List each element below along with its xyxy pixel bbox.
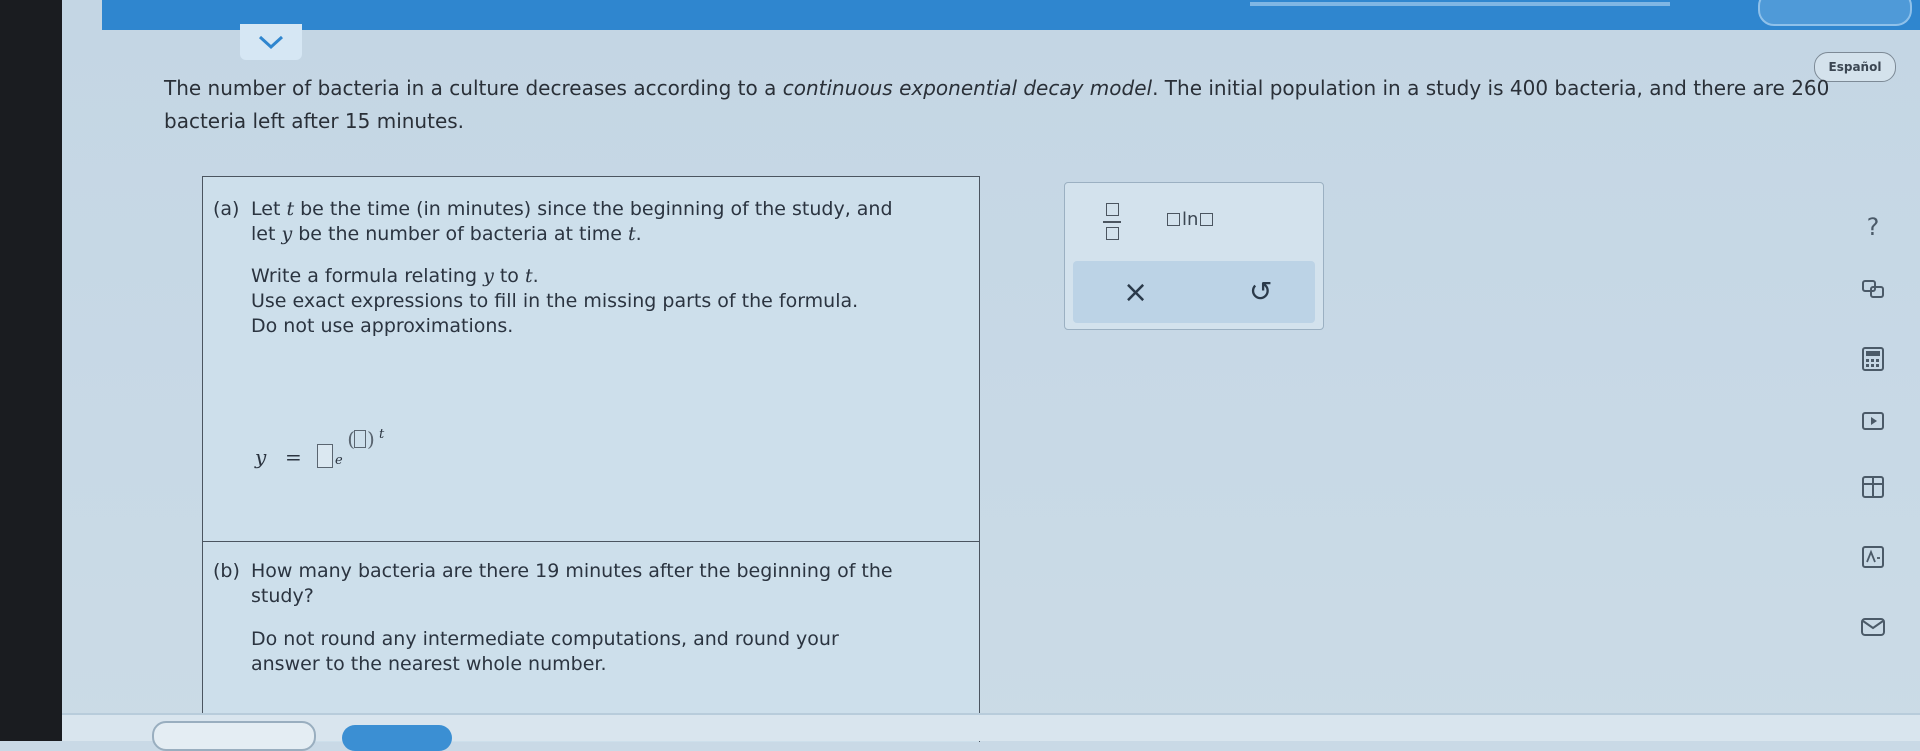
formula-input: y = e () t bbox=[255, 417, 555, 477]
fraction-numerator-icon bbox=[1106, 203, 1119, 216]
part-b-label: (b) bbox=[213, 560, 240, 582]
collapse-toggle[interactable] bbox=[240, 24, 302, 60]
help-icon[interactable]: ? bbox=[1856, 210, 1890, 244]
log-arg-box-icon bbox=[1200, 213, 1214, 226]
chevron-down-icon bbox=[258, 35, 284, 50]
part-b-line3: Do not round any intermediate computatio… bbox=[251, 628, 839, 650]
clear-button[interactable]: × bbox=[1123, 275, 1148, 310]
progress-track bbox=[1250, 2, 1670, 6]
table-glyph-icon bbox=[1862, 476, 1884, 498]
fraction-button[interactable] bbox=[1103, 203, 1121, 241]
log-label: ln bbox=[1182, 209, 1199, 230]
part-a-instruction-no-approx: Do not use approximations. bbox=[251, 315, 514, 337]
question-panel: (a) Let t be the time (in minutes) since… bbox=[202, 176, 980, 742]
mail-icon[interactable] bbox=[1856, 610, 1890, 644]
formula-equals: = bbox=[285, 445, 302, 469]
math-toolbox: ln × ↺ bbox=[1064, 182, 1324, 330]
video-icon[interactable] bbox=[1856, 404, 1890, 438]
log-arg-box-icon bbox=[1167, 213, 1180, 226]
play-icon bbox=[1862, 412, 1884, 430]
fraction-denominator-icon bbox=[1106, 227, 1119, 240]
text-size-icon[interactable] bbox=[1856, 540, 1890, 574]
coefficient-input[interactable] bbox=[317, 444, 333, 468]
primary-footer-button[interactable] bbox=[342, 725, 452, 751]
exponent-input-box[interactable] bbox=[354, 430, 366, 448]
formula-base: e bbox=[335, 453, 343, 468]
envelope-icon bbox=[1861, 618, 1885, 636]
log-base-button[interactable]: ln bbox=[1167, 209, 1214, 230]
table-icon[interactable] bbox=[1856, 470, 1890, 504]
calculator-icon[interactable] bbox=[1856, 342, 1890, 376]
part-a-line1: Let t be the time (in minutes) since the… bbox=[251, 198, 893, 220]
calculator-glyph-icon bbox=[1862, 347, 1884, 371]
part-a-label: (a) bbox=[213, 198, 240, 220]
formula-lhs: y bbox=[255, 445, 267, 469]
exponent-input[interactable]: () bbox=[343, 427, 377, 451]
glossary-icon[interactable] bbox=[1856, 272, 1890, 306]
secondary-footer-button[interactable] bbox=[152, 721, 316, 751]
top-right-button[interactable] bbox=[1758, 0, 1912, 26]
part-b-line4: answer to the nearest whole number. bbox=[251, 653, 607, 675]
text-size-glyph-icon bbox=[1862, 546, 1884, 568]
fraction-bar-icon bbox=[1103, 221, 1121, 223]
toolbox-actions: × ↺ bbox=[1073, 261, 1315, 323]
part-b-line2: study? bbox=[251, 585, 314, 607]
monitor-bezel bbox=[0, 0, 62, 741]
bottom-bar bbox=[62, 713, 1920, 751]
part-b-line1: How many bacteria are there 19 minutes a… bbox=[251, 560, 893, 582]
glossary-glyph-icon bbox=[1862, 280, 1884, 298]
part-a-line3: Write a formula relating y to t. bbox=[251, 265, 539, 287]
app-screen: Español The number of bacteria in a cult… bbox=[62, 0, 1920, 751]
problem-statement: The number of bacteria in a culture decr… bbox=[164, 76, 1830, 133]
formula-exp-var: t bbox=[379, 427, 385, 442]
part-a-instruction-exact: Use exact expressions to fill in the mis… bbox=[251, 290, 859, 312]
undo-button[interactable]: ↺ bbox=[1249, 275, 1272, 308]
top-bar bbox=[102, 0, 1920, 30]
part-a-line2: let y be the number of bacteria at time … bbox=[251, 223, 642, 245]
part-a: (a) Let t be the time (in minutes) since… bbox=[203, 177, 979, 542]
